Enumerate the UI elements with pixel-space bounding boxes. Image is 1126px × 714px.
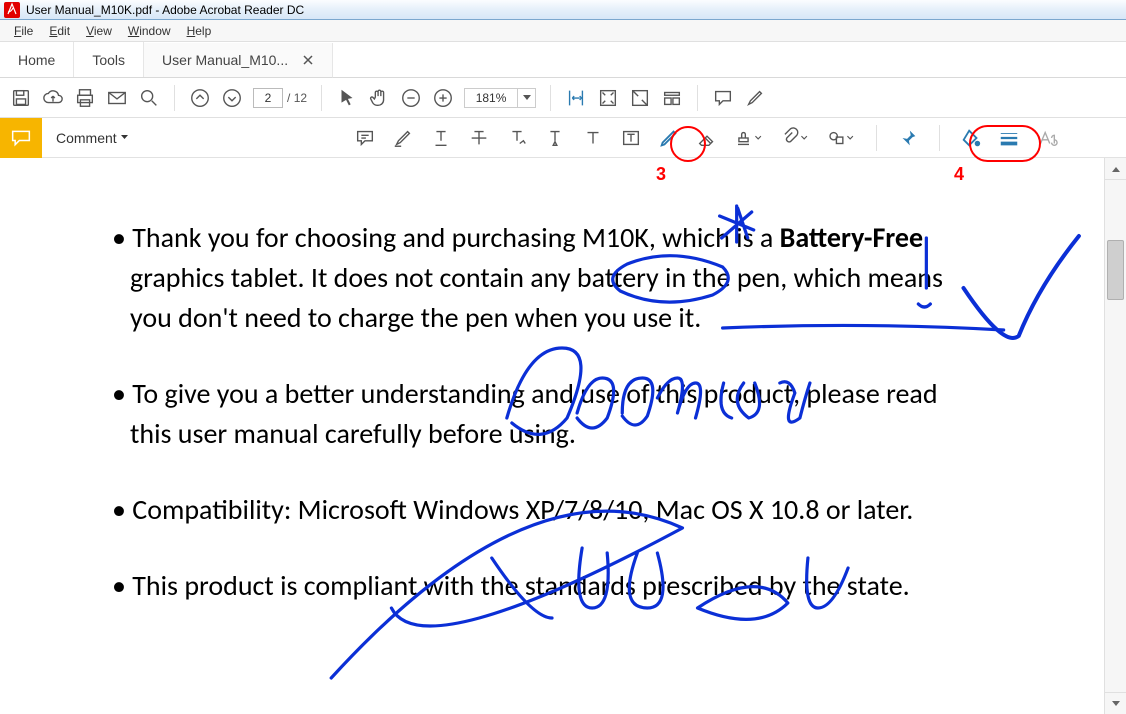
- scroll-track[interactable]: [1105, 180, 1126, 692]
- page-up-icon[interactable]: [189, 87, 211, 109]
- window-title: User Manual_M10K.pdf - Adobe Acrobat Rea…: [26, 3, 304, 17]
- paragraph: • To give you a better understanding and…: [40, 374, 984, 454]
- highlight-pen-icon[interactable]: [744, 87, 766, 109]
- toolbar-separator: [321, 85, 322, 111]
- page-total-label: / 12: [287, 91, 307, 105]
- menu-window[interactable]: Window: [120, 22, 179, 40]
- vertical-scrollbar: [1104, 158, 1126, 714]
- pin-icon[interactable]: [897, 127, 919, 149]
- zoom-out-icon[interactable]: [400, 87, 422, 109]
- page-current-input[interactable]: 2: [253, 88, 283, 108]
- fit-width-icon[interactable]: [565, 87, 587, 109]
- line-weight-icon[interactable]: [998, 127, 1020, 149]
- attachment-dropdown-icon[interactable]: [780, 127, 810, 149]
- menu-bar: File Edit View Window Help: [0, 20, 1126, 42]
- strikethrough-text-icon[interactable]: [468, 127, 490, 149]
- menu-help[interactable]: Help: [179, 22, 220, 40]
- comment-panel-tab-icon[interactable]: [0, 118, 42, 158]
- highlight-marker-icon[interactable]: [392, 127, 414, 149]
- document-viewport: • Thank you for choosing and purchasing …: [0, 158, 1126, 714]
- zoom-dropdown-icon[interactable]: [518, 88, 536, 108]
- underline-text-icon[interactable]: [430, 127, 452, 149]
- scroll-up-icon[interactable]: [1105, 158, 1126, 180]
- sticky-note-icon[interactable]: [354, 127, 376, 149]
- paragraph: • Compatibility: Microsoft Windows XP/7/…: [40, 490, 984, 530]
- hand-pan-icon[interactable]: [368, 87, 390, 109]
- comment-dropdown[interactable]: Comment: [42, 130, 144, 146]
- tab-document-label: User Manual_M10...: [162, 52, 288, 68]
- toolbar-separator: [550, 85, 551, 111]
- close-icon[interactable]: [302, 54, 314, 66]
- save-icon[interactable]: [10, 87, 32, 109]
- toolbar-separator: [697, 85, 698, 111]
- shapes-dropdown-icon[interactable]: [826, 127, 856, 149]
- fullscreen-icon[interactable]: [629, 87, 651, 109]
- paragraph: • This product is compliant with the sta…: [40, 566, 984, 606]
- annotation-tools: [354, 125, 1058, 151]
- stamp-dropdown-icon[interactable]: [734, 127, 764, 149]
- toolbar-separator: [174, 85, 175, 111]
- tab-home[interactable]: Home: [0, 42, 74, 77]
- add-text-icon[interactable]: [582, 127, 604, 149]
- page-down-icon[interactable]: [221, 87, 243, 109]
- menu-file[interactable]: File: [6, 22, 41, 40]
- main-toolbar: 2 / 12 181%: [0, 78, 1126, 118]
- text-properties-icon[interactable]: [1036, 127, 1058, 149]
- window-title-bar: User Manual_M10K.pdf - Adobe Acrobat Rea…: [0, 0, 1126, 20]
- comment-toolbar: Comment: [0, 118, 1126, 158]
- toolbar-separator: [876, 125, 877, 151]
- paragraph: • Thank you for choosing and purchasing …: [40, 218, 984, 338]
- email-icon[interactable]: [106, 87, 128, 109]
- document-content: • Thank you for choosing and purchasing …: [40, 218, 984, 606]
- scroll-down-icon[interactable]: [1105, 692, 1126, 714]
- zoom-value-input[interactable]: 181%: [464, 88, 518, 108]
- scroll-thumb[interactable]: [1107, 240, 1124, 300]
- replace-text-icon[interactable]: [506, 127, 528, 149]
- insert-text-icon[interactable]: [544, 127, 566, 149]
- pointer-icon[interactable]: [336, 87, 358, 109]
- fit-page-icon[interactable]: [597, 87, 619, 109]
- tab-tools[interactable]: Tools: [74, 42, 144, 77]
- pencil-draw-icon[interactable]: [658, 127, 680, 149]
- menu-view[interactable]: View: [78, 22, 120, 40]
- page-indicator: 2 / 12: [253, 88, 307, 108]
- search-icon[interactable]: [138, 87, 160, 109]
- toolbar-separator: [939, 125, 940, 151]
- acrobat-app-icon: [4, 2, 20, 18]
- text-box-icon[interactable]: [620, 127, 642, 149]
- print-icon[interactable]: [74, 87, 96, 109]
- zoom-in-icon[interactable]: [432, 87, 454, 109]
- comment-bubble-icon[interactable]: [712, 87, 734, 109]
- tab-document[interactable]: User Manual_M10...: [144, 43, 333, 78]
- paint-bucket-icon[interactable]: [960, 127, 982, 149]
- cloud-upload-icon[interactable]: [42, 87, 64, 109]
- document-page[interactable]: • Thank you for choosing and purchasing …: [0, 158, 1104, 714]
- eraser-icon[interactable]: [696, 127, 718, 149]
- comment-label-text: Comment: [56, 130, 117, 146]
- read-mode-icon[interactable]: [661, 87, 683, 109]
- menu-edit[interactable]: Edit: [41, 22, 78, 40]
- tab-bar: Home Tools User Manual_M10...: [0, 42, 1126, 78]
